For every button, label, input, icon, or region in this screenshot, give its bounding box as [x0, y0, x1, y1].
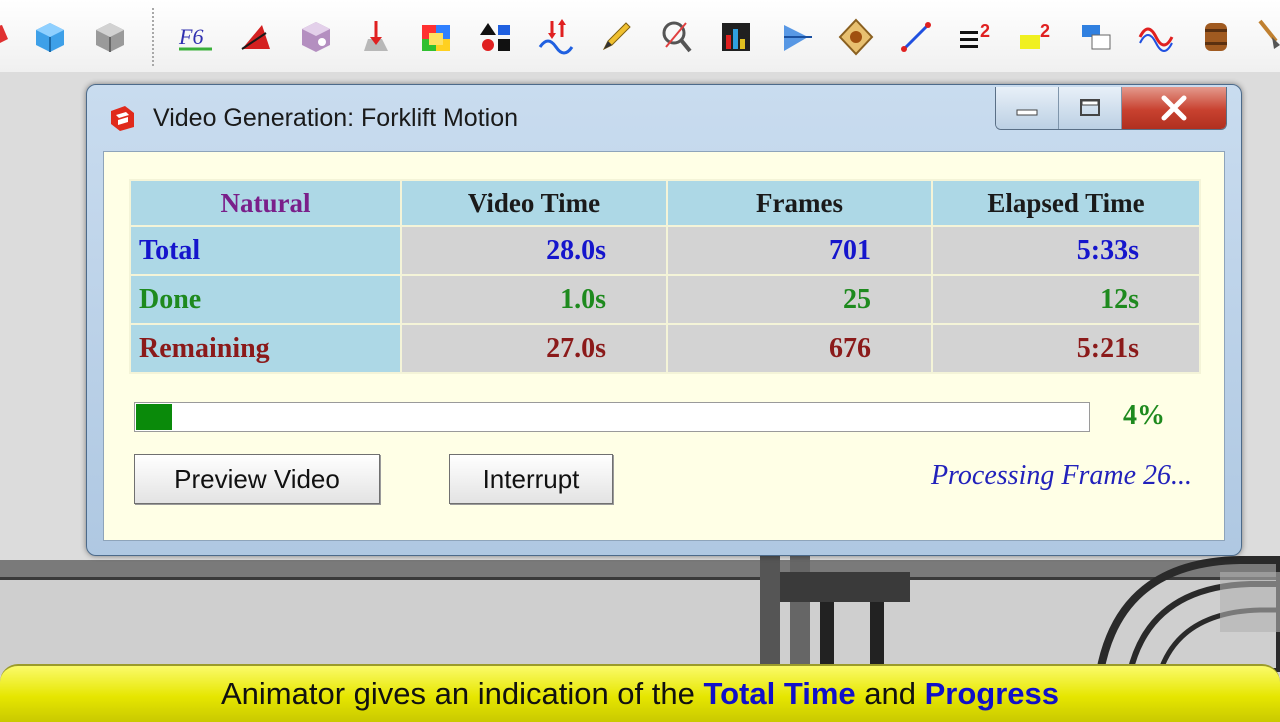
wave-icon[interactable] — [1136, 17, 1176, 57]
table-row-done: Done 1.0s 25 12s — [129, 274, 1201, 325]
caption-prefix: Animator gives an indication of the — [220, 676, 704, 711]
sketchup-logo-icon — [111, 106, 134, 131]
line-tool-icon[interactable] — [896, 17, 936, 57]
pencil-icon[interactable] — [596, 17, 636, 57]
close-icon — [1161, 95, 1187, 121]
toolbar-separator — [152, 8, 154, 66]
maximize-button[interactable] — [1059, 87, 1122, 129]
stats-header-row: Natural Video Time Frames Elapsed Time — [129, 179, 1201, 227]
shapes-icon[interactable] — [476, 17, 516, 57]
svg-text:2: 2 — [1040, 21, 1050, 41]
caption-highlight-progress: Progress — [924, 676, 1059, 711]
total-elapsed: 5:33s — [931, 225, 1201, 276]
purple-box-icon[interactable] — [296, 17, 336, 57]
toolbar: F6 2 2 — [0, 0, 1280, 73]
barrel-icon[interactable] — [1196, 17, 1236, 57]
svg-text:2: 2 — [980, 21, 990, 41]
preview-video-button[interactable]: Preview Video — [134, 454, 380, 504]
list-squared-icon[interactable]: 2 — [956, 17, 996, 57]
red-arrow-icon[interactable] — [356, 17, 396, 57]
minimize-icon — [1016, 109, 1038, 116]
header-natural: Natural — [129, 179, 402, 227]
progress-percent: 4% — [1123, 400, 1165, 431]
caption-banner: Animator gives an indication of the Tota… — [0, 664, 1280, 722]
f6-function-icon[interactable]: F6 — [176, 17, 216, 57]
close-button[interactable] — [1122, 87, 1226, 129]
row-label-total: Total — [129, 225, 402, 276]
svg-text:F6: F6 — [178, 24, 203, 49]
minimize-button[interactable] — [996, 87, 1059, 129]
brush-icon[interactable] — [1256, 17, 1280, 57]
remaining-video-time: 27.0s — [400, 323, 668, 374]
total-video-time: 28.0s — [400, 225, 668, 276]
window-controls — [995, 87, 1227, 130]
maximize-icon — [1080, 99, 1100, 116]
remaining-elapsed: 5:21s — [931, 323, 1201, 374]
header-frames: Frames — [666, 179, 933, 227]
magnify-measure-icon[interactable] — [656, 17, 696, 57]
video-generation-window: Video Generation: Forklift Motion Natura… — [86, 84, 1242, 556]
yellow-squared-icon[interactable]: 2 — [1016, 17, 1056, 57]
header-video-time: Video Time — [400, 179, 668, 227]
header-elapsed-time: Elapsed Time — [931, 179, 1201, 227]
interrupt-button[interactable]: Interrupt — [449, 454, 613, 504]
done-elapsed: 12s — [931, 274, 1201, 325]
angle-icon[interactable] — [236, 17, 276, 57]
stats-table: Natural Video Time Frames Elapsed Time T… — [129, 179, 1201, 374]
done-video-time: 1.0s — [400, 274, 668, 325]
windows-icon[interactable] — [1076, 17, 1116, 57]
remaining-frames: 676 — [666, 323, 933, 374]
progress-bar-fill — [136, 404, 173, 430]
row-label-done: Done — [129, 274, 402, 325]
window-client-area: Natural Video Time Frames Elapsed Time T… — [103, 151, 1225, 541]
gray-cube-icon[interactable] — [90, 17, 130, 57]
row-label-remaining: Remaining — [129, 323, 402, 374]
table-row-remaining: Remaining 27.0s 676 5:21s — [129, 323, 1201, 374]
done-frames: 25 — [666, 274, 933, 325]
total-frames: 701 — [666, 225, 933, 276]
red-shape-icon[interactable] — [0, 17, 18, 57]
progress-bar — [134, 402, 1090, 432]
forklift-model — [760, 552, 1280, 672]
status-text: Processing Frame 26... — [930, 460, 1192, 491]
chart-box-icon[interactable] — [716, 17, 756, 57]
vector-arrow-icon[interactable] — [776, 17, 816, 57]
color-blocks-icon[interactable] — [416, 17, 456, 57]
blue-cube-icon[interactable] — [30, 17, 70, 57]
caption-highlight-total-time: Total Time — [703, 676, 856, 711]
table-row-total: Total 28.0s 701 5:33s — [129, 225, 1201, 276]
caption-middle: and — [855, 676, 925, 711]
shield-gear-icon[interactable] — [836, 17, 876, 57]
up-down-arrows-icon[interactable] — [536, 17, 576, 57]
window-title: Video Generation: Forklift Motion — [153, 104, 519, 132]
